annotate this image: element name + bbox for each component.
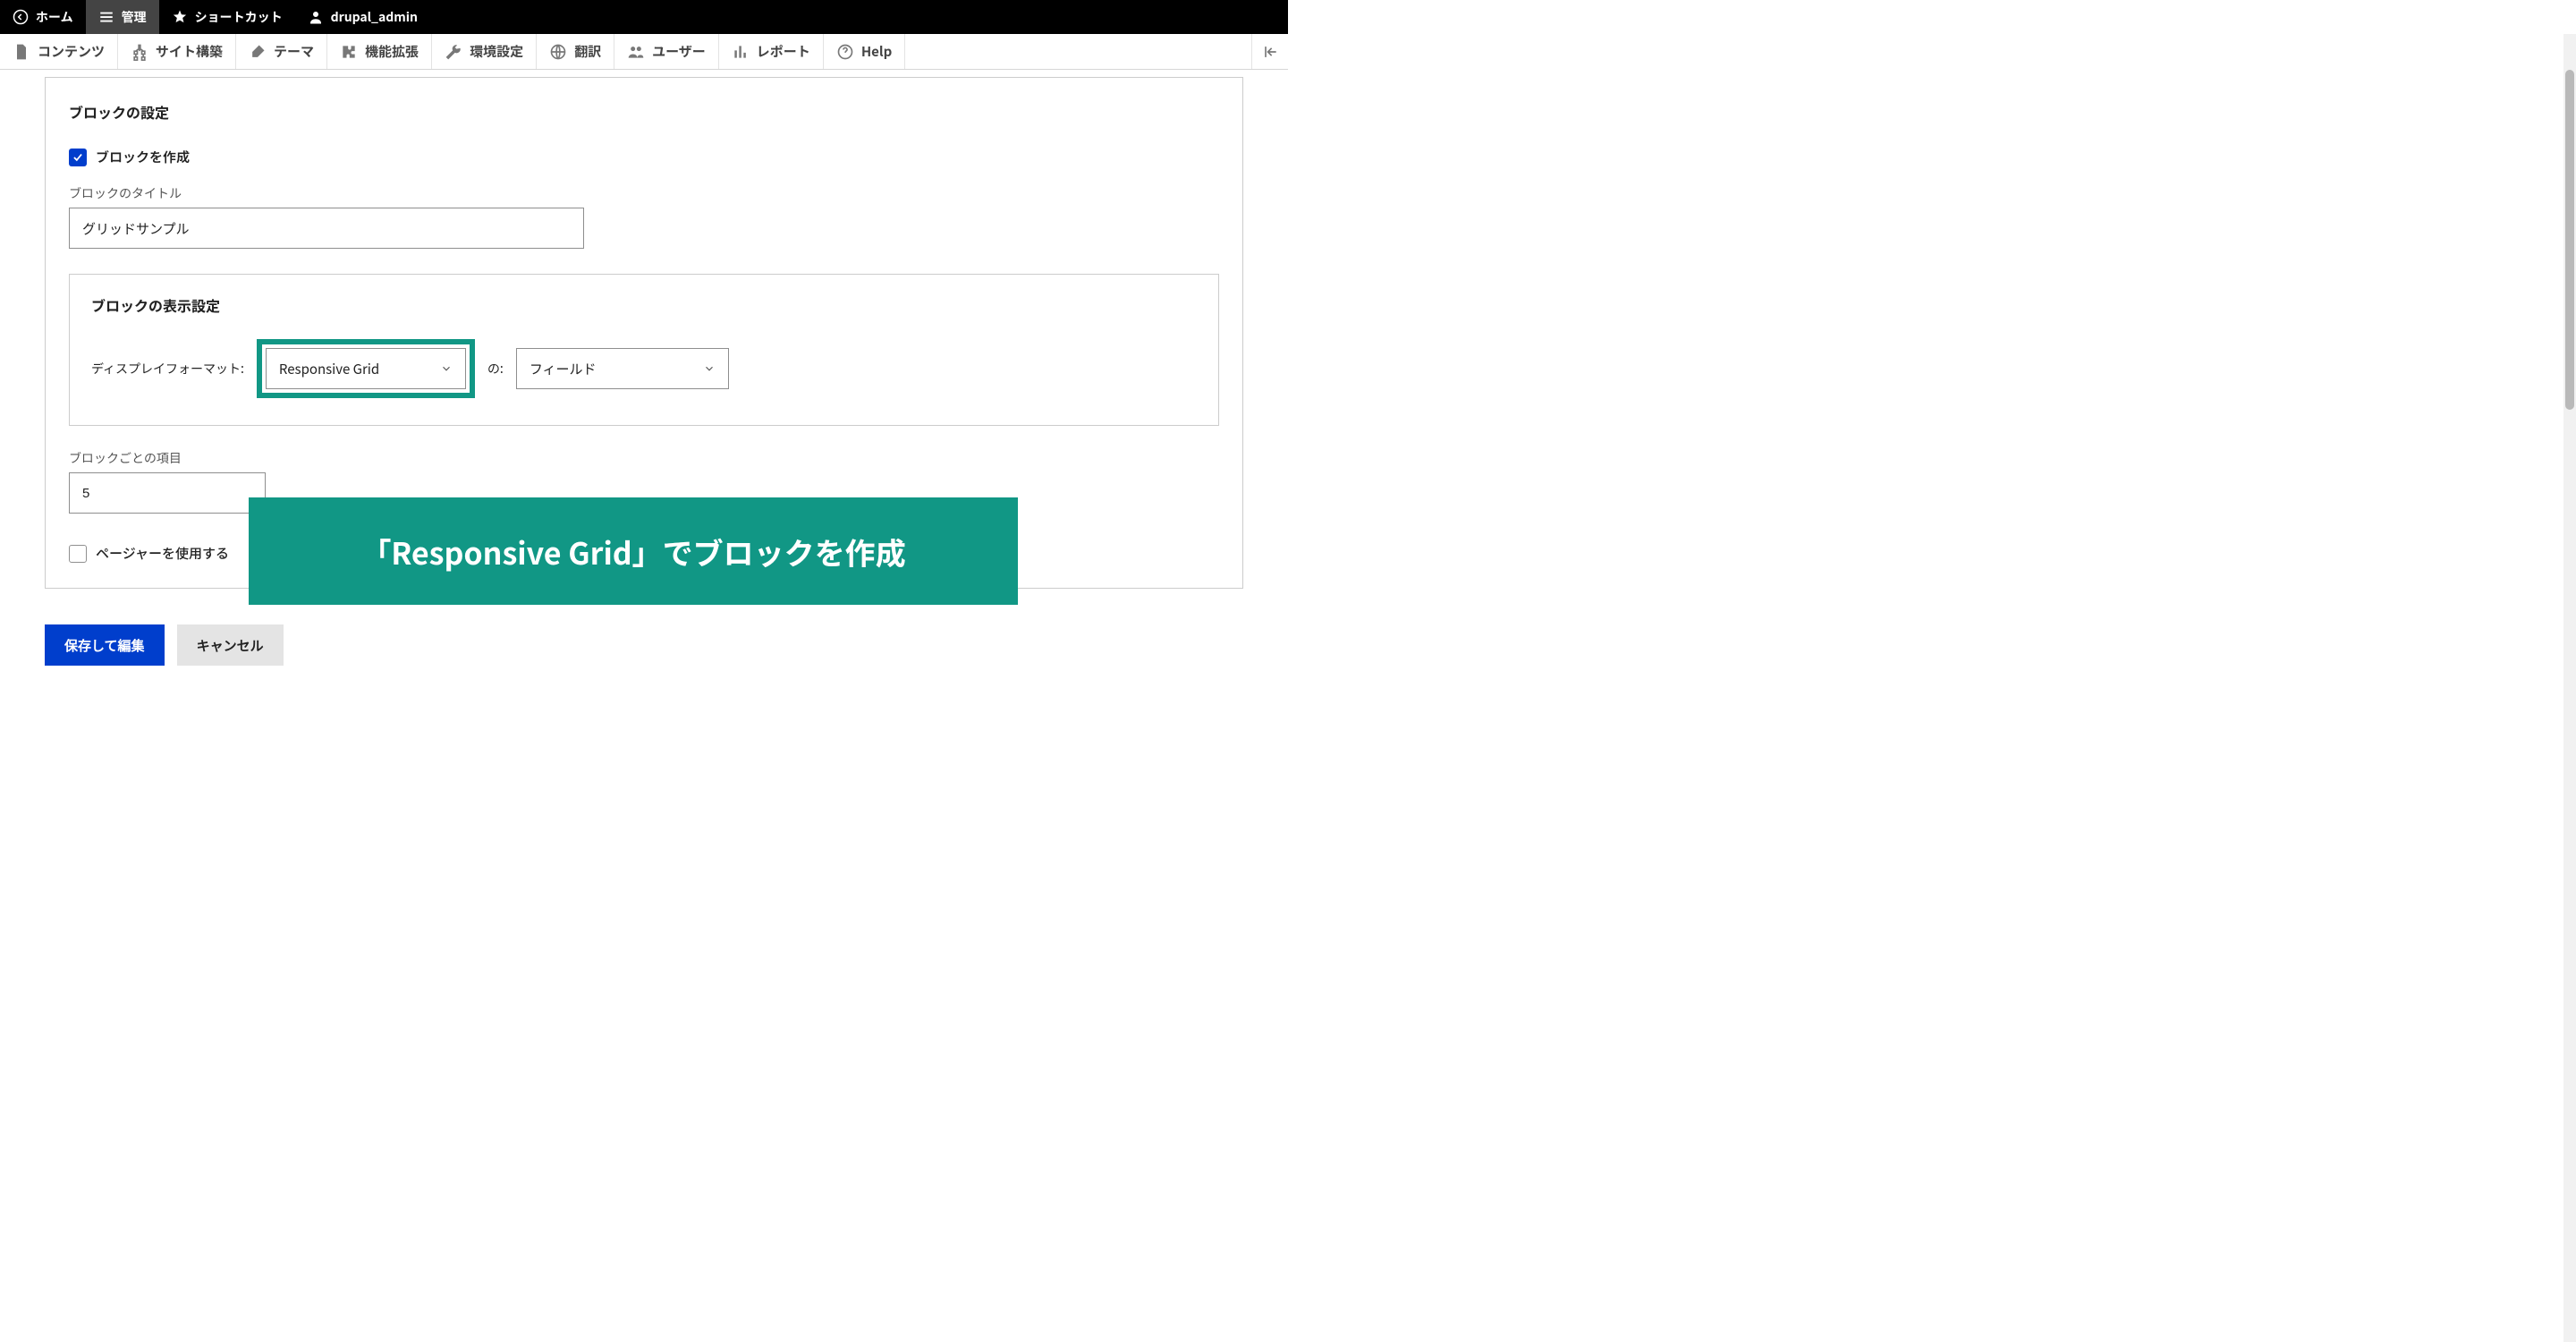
wrench-icon: [445, 43, 462, 61]
topbar: ホーム 管理 ショートカット drupal_admin: [0, 0, 1288, 34]
menu-people[interactable]: ユーザー: [614, 34, 719, 69]
topbar-user-label: drupal_admin: [331, 8, 418, 26]
save-button[interactable]: 保存して編集: [45, 624, 165, 666]
back-arrow-icon: [13, 9, 29, 25]
scrollbar-thumb[interactable]: [2565, 70, 2574, 410]
menu-config-label: 環境設定: [470, 42, 523, 61]
display-format-label: ディスプレイフォーマット:: [91, 360, 244, 378]
topbar-user[interactable]: drupal_admin: [295, 0, 430, 34]
topbar-home[interactable]: ホーム: [0, 0, 86, 34]
people-icon: [627, 43, 645, 61]
menu-icon: [98, 9, 114, 25]
menu-structure-label: サイト構築: [156, 42, 223, 61]
menu-extend-label: 機能拡張: [365, 42, 419, 61]
brush-icon: [249, 43, 267, 61]
puzzle-icon: [340, 43, 358, 61]
chevron-down-icon: [703, 362, 716, 375]
display-settings-panel: ブロックの表示設定 ディスプレイフォーマット: Responsive Grid …: [69, 274, 1219, 426]
topbar-shortcuts[interactable]: ショートカット: [159, 0, 295, 34]
menu-collapse[interactable]: [1251, 34, 1288, 69]
document-icon: [13, 43, 30, 61]
menu-config[interactable]: 環境設定: [432, 34, 537, 69]
annotation-text: 「Responsive Grid」でブロックを作成: [360, 530, 905, 573]
display-settings-title: ブロックの表示設定: [91, 294, 1197, 316]
menu-appearance[interactable]: テーマ: [236, 34, 327, 69]
menu-content[interactable]: コンテンツ: [0, 34, 118, 69]
of-value: フィールド: [530, 360, 597, 378]
globe-icon: [549, 43, 567, 61]
menu-reports-label: レポート: [757, 42, 810, 61]
use-pager-label: ページャーを使用する: [96, 544, 229, 563]
topbar-manage-label: 管理: [122, 8, 147, 26]
items-per-block-label: ブロックごとの項目: [69, 449, 1219, 467]
user-icon: [308, 9, 324, 25]
block-title-label: ブロックのタイトル: [69, 184, 1219, 202]
menu-content-label: コンテンツ: [38, 42, 105, 61]
display-format-value: Responsive Grid: [279, 360, 379, 378]
menu-help-label: Help: [861, 42, 892, 61]
menu-help[interactable]: Help: [824, 34, 905, 69]
form-actions: 保存して編集 キャンセル: [45, 624, 1243, 666]
admin-menu: コンテンツ サイト構築 テーマ 機能拡張 環境設定 翻訳 ユーザー レポート H…: [0, 34, 1288, 70]
adminbar-spacer: [905, 34, 1251, 69]
annotation-overlay: 「Responsive Grid」でブロックを作成: [249, 497, 1018, 605]
menu-reports[interactable]: レポート: [719, 34, 824, 69]
scrollbar[interactable]: [2563, 34, 2576, 1342]
menu-translate[interactable]: 翻訳: [537, 34, 614, 69]
page-content: ブロックの設定 ブロックを作成 ブロックのタイトル ブロックの表示設定 ディスプ…: [0, 70, 1288, 692]
of-label: の:: [487, 360, 504, 378]
items-per-block-input[interactable]: [69, 472, 266, 514]
create-block-label: ブロックを作成: [96, 148, 190, 166]
of-select[interactable]: フィールド: [516, 348, 729, 389]
topbar-manage[interactable]: 管理: [86, 0, 159, 34]
menu-appearance-label: テーマ: [274, 42, 314, 61]
menu-extend[interactable]: 機能拡張: [327, 34, 432, 69]
collapse-icon: [1261, 43, 1279, 61]
cancel-button[interactable]: キャンセル: [177, 624, 284, 666]
menu-people-label: ユーザー: [652, 42, 706, 61]
topbar-shortcuts-label: ショートカット: [195, 8, 283, 26]
use-pager-checkbox[interactable]: [69, 545, 87, 563]
menu-translate-label: 翻訳: [574, 42, 601, 61]
menu-structure[interactable]: サイト構築: [118, 34, 236, 69]
panel-title: ブロックの設定: [69, 101, 1219, 123]
display-format-highlight: Responsive Grid: [257, 339, 475, 398]
help-icon: [836, 43, 854, 61]
chart-icon: [732, 43, 750, 61]
chevron-down-icon: [440, 362, 453, 375]
star-icon: [172, 9, 188, 25]
topbar-home-label: ホーム: [36, 8, 73, 26]
check-icon: [72, 151, 84, 164]
block-title-input[interactable]: [69, 208, 584, 249]
structure-icon: [131, 43, 148, 61]
create-block-checkbox[interactable]: [69, 149, 87, 166]
display-format-select[interactable]: Responsive Grid: [266, 348, 466, 389]
